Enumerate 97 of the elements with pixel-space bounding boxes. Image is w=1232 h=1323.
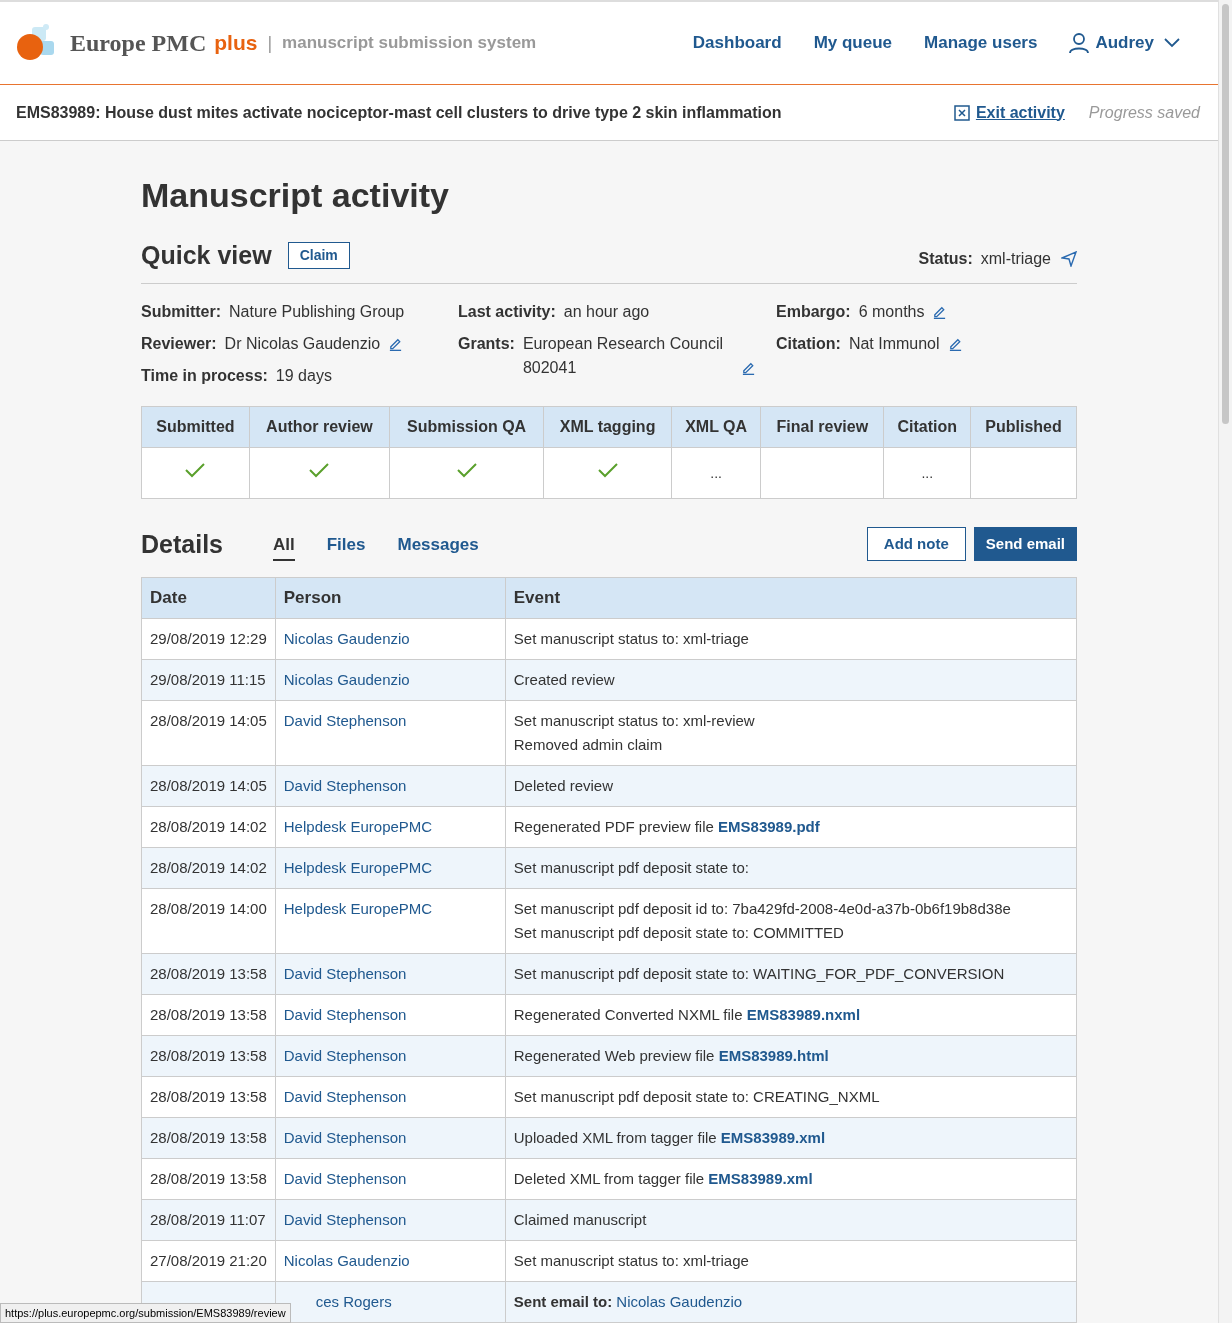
field-value: Nat Immunol: [848, 333, 940, 354]
field-label: Grants:: [458, 333, 515, 354]
page-title: Manuscript activity: [141, 175, 450, 215]
column-header: Submission QA: [389, 406, 544, 447]
nav-link[interactable]: Manage users: [924, 30, 1038, 56]
tab[interactable]: Messages: [397, 532, 479, 561]
person-link[interactable]: ces Rogers: [315, 1293, 392, 1310]
event-text: Set manuscript status to: xml-review: [513, 712, 755, 729]
section-heading: Quick view: [141, 240, 272, 271]
date-text: 28/08/2019 13:58: [150, 1129, 267, 1146]
brand-name: Europe PMC: [70, 29, 207, 58]
date-text: 28/08/2019 13:58: [150, 1170, 267, 1187]
in-progress-indicator: ...: [710, 464, 722, 481]
close-icon: [953, 104, 970, 121]
field-value: 6 months: [858, 301, 925, 322]
date-text: 29/08/2019 12:29: [150, 630, 267, 647]
event-text: Set manuscript status to: xml-triage: [513, 630, 749, 647]
file-link[interactable]: EMS83989.html: [718, 1047, 829, 1064]
scrollbar[interactable]: [1218, 0, 1232, 1323]
event-text: Regenerated PDF preview file: [513, 818, 714, 835]
field-value: 19 days: [275, 365, 332, 386]
user-icon: [1069, 32, 1090, 54]
event-text: Set manuscript pdf deposit state to:: [513, 859, 749, 876]
event-text: Deleted review: [513, 777, 613, 794]
date-text: 28/08/2019 13:58: [150, 1006, 267, 1023]
link-url-tooltip: https://plus.europepmc.org/submission/EMS83989/review: [0, 1302, 291, 1323]
field-value: Dr Nicolas Gaudenzio: [224, 333, 381, 354]
event-text: Deleted XML from tagger file: [513, 1170, 705, 1187]
column-header: XML tagging: [543, 406, 672, 447]
send-email-button[interactable]: Send email: [973, 527, 1077, 562]
column-header: Person: [275, 577, 506, 619]
event-text: Removed admin claim: [513, 736, 663, 753]
date-text: 28/08/2019 13:58: [150, 1088, 267, 1105]
event-text: Regenerated Converted NXML file: [513, 1006, 743, 1023]
send-icon[interactable]: [1061, 250, 1077, 267]
tab[interactable]: Files: [326, 532, 366, 561]
column-header: XML QA: [671, 406, 761, 447]
field-value: European Research Council 802041: [522, 333, 725, 378]
event-text: Sent email to:: [513, 1293, 613, 1310]
event-text: Created review: [513, 671, 615, 688]
column-header: Final review: [760, 406, 884, 447]
file-link[interactable]: EMS83989.xml: [708, 1170, 813, 1187]
event-text: Set manuscript pdf deposit state to: COMMITTED: [513, 924, 844, 941]
file-link[interactable]: EMS83989.pdf: [718, 818, 820, 835]
date-text: 29/08/2019 11:15: [150, 671, 266, 688]
date-text: 28/08/2019 14:05: [150, 777, 267, 794]
event-text: Set manuscript pdf deposit state to: WAITING_FOR_PDF_CONVERSION: [513, 965, 1005, 982]
date-text: 28/08/2019 13:58: [150, 965, 267, 982]
column-header: Citation: [883, 406, 971, 447]
event-text: Set manuscript pdf deposit state to: CREATING_NXML: [513, 1088, 880, 1105]
file-link[interactable]: Nicolas Gaudenzio: [616, 1293, 743, 1310]
person-link[interactable]: David Stephenson: [283, 712, 407, 729]
field-value: an hour ago: [563, 301, 650, 322]
column-header: Published: [970, 406, 1077, 447]
event-text: Set manuscript status to: xml-triage: [513, 1252, 749, 1269]
tagline: manuscript submission system: [282, 32, 537, 55]
event-text: Set manuscript pdf deposit id to: 7ba429fd-2008-4e0d-a37b-0b6f19b8d38e: [513, 900, 1011, 917]
section-heading: Details: [141, 528, 223, 560]
date-text: 28/08/2019 11:07: [150, 1211, 266, 1228]
field-label: Reviewer:: [141, 333, 217, 354]
field-label: Time in process:: [141, 365, 268, 386]
date-text: 28/08/2019 14:05: [150, 712, 267, 729]
separator: |: [267, 31, 273, 55]
field-label: Last activity:: [458, 301, 556, 322]
date-text: 28/08/2019 13:58: [150, 1047, 267, 1064]
column-header: Submitted: [141, 406, 250, 447]
add-note-button[interactable]: Add note: [866, 527, 966, 562]
nav-link[interactable]: My queue: [813, 30, 893, 56]
person-link[interactable]: Helpdesk EuropePMC: [283, 900, 433, 917]
column-header: Event: [505, 577, 1077, 619]
manuscript-title: EMS83989: House dust mites activate nociceptor-mast cell clusters to drive type 2 skin inflammation: [16, 102, 782, 123]
date-text: 27/08/2019 21:20: [150, 1252, 267, 1269]
file-link[interactable]: EMS83989.xml: [720, 1129, 826, 1146]
claim-button[interactable]: Claim: [287, 242, 350, 270]
user-menu[interactable]: Audrey: [1069, 30, 1180, 56]
field-value: Nature Publishing Group: [229, 301, 405, 322]
event-text: Uploaded XML from tagger file: [513, 1129, 717, 1146]
file-link[interactable]: EMS83989.nxml: [746, 1006, 861, 1023]
progress-status: Progress saved: [1088, 102, 1200, 123]
exit-activity-link[interactable]: Exit activity: [953, 100, 1065, 125]
tab[interactable]: All: [273, 532, 295, 561]
column-header: Date: [141, 577, 276, 619]
date-text: 28/08/2019 14:00: [150, 900, 267, 917]
date-text: 28/08/2019 14:02: [150, 818, 267, 835]
field-label: Citation:: [776, 333, 841, 354]
status-value: xml-triage: [980, 248, 1051, 269]
field-label: Embargo:: [776, 301, 851, 322]
in-progress-indicator: ...: [921, 464, 934, 481]
event-text: Regenerated Web preview file: [513, 1047, 715, 1064]
date-text: 28/08/2019 14:02: [150, 859, 267, 876]
chevron-down-icon: [1164, 38, 1180, 48]
brand-suffix: plus: [214, 30, 258, 57]
event-text: Claimed manuscript: [513, 1211, 647, 1228]
field-label: Submitter:: [141, 301, 221, 322]
column-header: Author review: [249, 406, 390, 447]
status-label: Status:: [918, 248, 973, 269]
nav-link[interactable]: Dashboard: [692, 30, 782, 56]
